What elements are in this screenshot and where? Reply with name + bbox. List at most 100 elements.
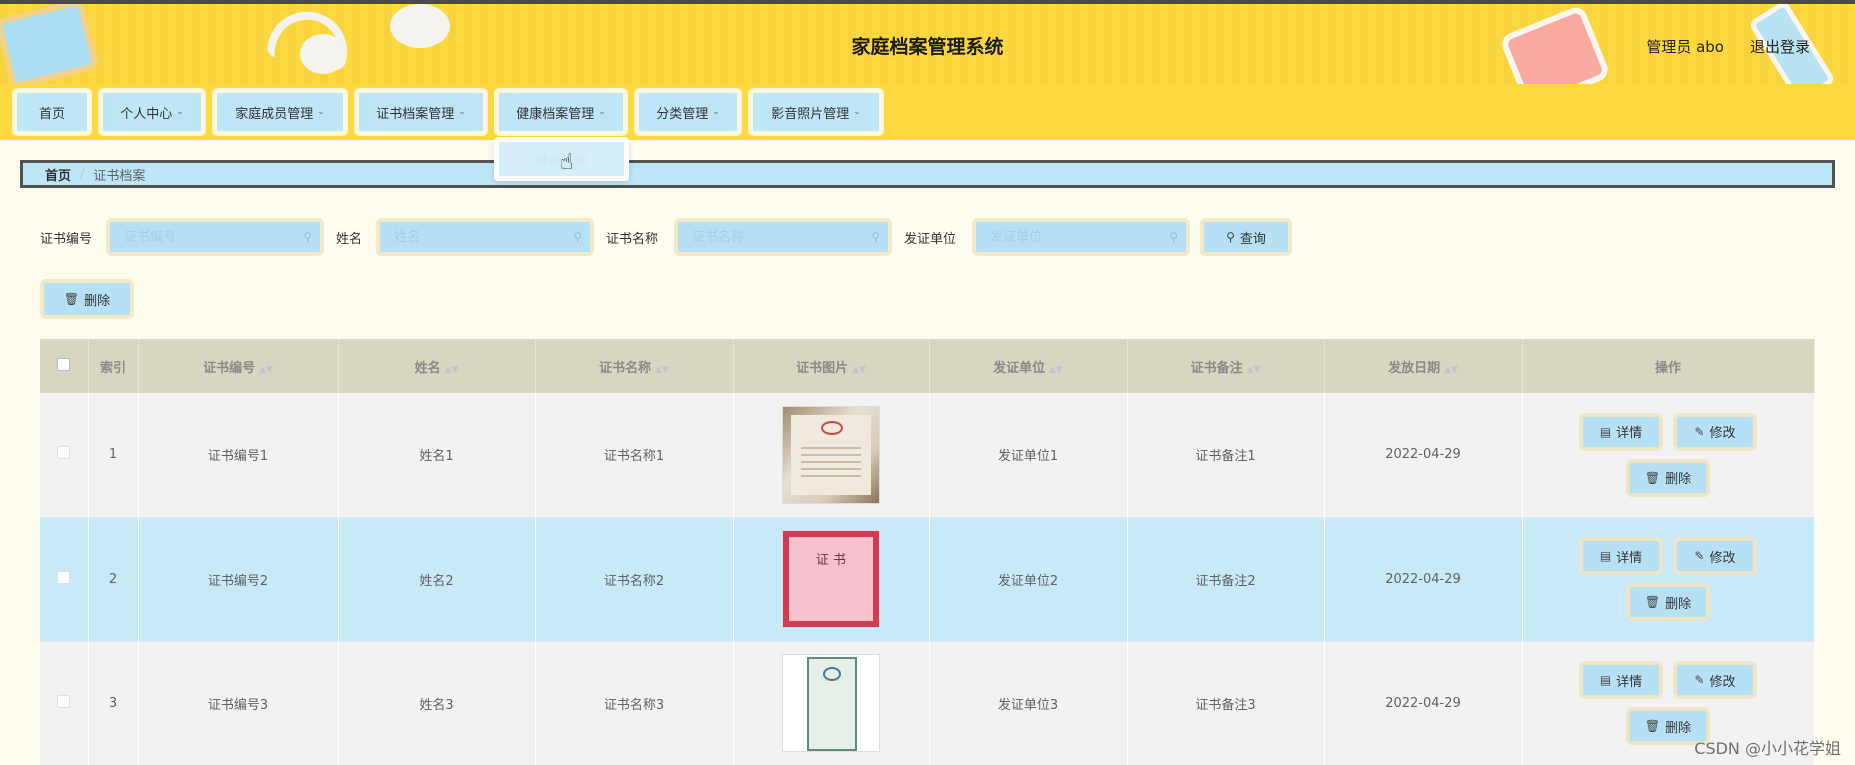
breadcrumb-home[interactable]: 首页 [45, 165, 71, 184]
search-input-issuer[interactable]: ⚲ [972, 218, 1190, 256]
delete-button[interactable]: 🗑 删除 [1626, 583, 1710, 621]
pencil-icon: ✎ [1694, 424, 1705, 439]
pencil-icon: ✎ [1694, 549, 1705, 563]
cell-cert-name: 证书名称1 [535, 393, 734, 518]
cell-name: 姓名2 [338, 517, 536, 642]
nav-item-health-archives[interactable]: 健康档案管理 ⌄ [494, 88, 628, 136]
nav-item-certificate-archives[interactable]: 证书档案管理 ⌄ [354, 88, 488, 136]
column-header-date[interactable]: 发放日期 ▲▼ [1324, 339, 1523, 393]
sort-icon[interactable]: ▲▼ [1049, 365, 1063, 375]
document-icon: ▤ [1599, 549, 1612, 563]
sort-icon[interactable]: ▲▼ [259, 365, 273, 375]
cell-cert-image [733, 641, 930, 765]
detail-label: 详情 [1616, 550, 1643, 566]
document-icon: ▤ [1599, 673, 1612, 687]
column-header-remark[interactable]: 证书备注 ▲▼ [1127, 339, 1325, 393]
cell-index: 1 [88, 393, 139, 518]
nav-item-media-photos[interactable]: 影音照片管理 ⌄ [748, 88, 884, 136]
search-label-name: 姓名 [336, 232, 363, 247]
cell-index: 3 [88, 641, 139, 765]
document-icon: ▤ [1599, 424, 1612, 439]
sort-icon[interactable]: ▲▼ [655, 365, 669, 375]
table-header-row: 索引 证书编号 ▲▼ 姓名 ▲▼ 证书名称 ▲▼ 证书图片 ▲▼ 发证单位 ▲▼ 证书备注… [40, 339, 1815, 393]
detail-label: 详情 [1616, 674, 1643, 690]
row-checkbox[interactable] [57, 446, 71, 460]
edit-button[interactable]: ✎ 修改 [1673, 661, 1757, 699]
cell-cert-no: 证书编号3 [138, 641, 339, 765]
issuer-input[interactable] [990, 229, 1150, 245]
column-header-cert-name[interactable]: 证书名称 ▲▼ [535, 339, 734, 393]
trash-icon: 🗑 [63, 292, 80, 306]
delete-button[interactable]: 🗑 删除 [1626, 458, 1710, 497]
sort-icon[interactable]: ▲▼ [1444, 365, 1458, 375]
detail-button[interactable]: ▤ 详情 [1579, 537, 1663, 575]
pencil-icon: ✎ [1694, 673, 1705, 687]
logout-link[interactable]: 退出登录 [1750, 36, 1810, 57]
sort-icon[interactable]: ▲▼ [852, 365, 866, 375]
cell-cert-image: 证 书 [733, 517, 930, 642]
nav-label: 家庭成员管理 [235, 106, 314, 122]
certificate-image[interactable] [782, 654, 880, 752]
edit-button[interactable]: ✎ 修改 [1673, 537, 1757, 575]
column-header-cert-image[interactable]: 证书图片 ▲▼ [733, 339, 930, 393]
search-input-cert-no[interactable]: ⚲ [106, 218, 324, 256]
certificate-image[interactable]: 证 书 [782, 530, 880, 628]
edit-label: 修改 [1709, 550, 1736, 566]
cell-cert-name: 证书名称3 [535, 641, 734, 765]
nav-item-personal-center[interactable]: 个人中心 ⌄ [98, 88, 206, 136]
cert-no-input[interactable] [124, 229, 284, 245]
query-button[interactable]: ⚲ 查询 [1200, 218, 1292, 256]
table-row: 3 证书编号3 姓名3 证书名称3 发证单位3 证书备注3 2022-04-29… [40, 641, 1815, 765]
column-header-cert-no[interactable]: 证书编号 ▲▼ [138, 339, 339, 393]
search-input-name[interactable]: ⚲ [376, 218, 594, 256]
cell-cert-name: 证书名称2 [535, 517, 734, 642]
nav-item-category[interactable]: 分类管理 ⌄ [634, 88, 742, 136]
header-bar: 家庭档案管理系统 管理员 abo 退出登录 [0, 0, 1855, 84]
row-checkbox[interactable] [57, 694, 71, 708]
search-icon: ⚲ [573, 230, 582, 244]
nav-label: 分类管理 [656, 106, 709, 122]
delete-label: 删除 [1665, 472, 1692, 488]
chevron-down-icon: ⌄ [598, 107, 606, 117]
search-icon: ⚲ [871, 230, 880, 244]
cert-name-input[interactable] [692, 229, 852, 245]
column-label: 证书备注 [1190, 360, 1243, 376]
row-checkbox[interactable] [57, 570, 71, 584]
cell-cert-no: 证书编号1 [138, 393, 339, 518]
column-label: 证书名称 [599, 360, 652, 376]
column-header-name[interactable]: 姓名 ▲▼ [338, 339, 536, 393]
batch-delete-button[interactable]: 🗑 删除 [40, 279, 134, 319]
trash-icon: 🗑 [1644, 595, 1661, 609]
nav-label: 首页 [38, 106, 65, 122]
nav-item-family-members[interactable]: 家庭成员管理 ⌄ [212, 88, 348, 136]
column-label: 证书图片 [796, 360, 849, 376]
cell-remark: 证书备注3 [1127, 641, 1325, 765]
certificate-image[interactable] [782, 405, 880, 504]
cell-actions: ▤ 详情 ✎ 修改 🗑 删除 [1522, 517, 1815, 642]
system-title: 家庭档案管理系统 [851, 36, 1004, 58]
column-header-issuer[interactable]: 发证单位 ▲▼ [929, 339, 1128, 393]
cell-date: 2022-04-29 [1324, 641, 1523, 765]
column-label: 证书编号 [203, 360, 256, 376]
watermark: CSDN @小小花学姐 [1694, 739, 1841, 758]
table-row: 1 证书编号1 姓名1 证书名称1 发证单位1 证书备注1 2022-04-29… [40, 393, 1815, 518]
edit-label: 修改 [1709, 426, 1736, 442]
detail-button[interactable]: ▤ 详情 [1579, 412, 1663, 451]
search-icon: ⚲ [1226, 230, 1235, 244]
sort-icon[interactable]: ▲▼ [445, 365, 459, 375]
cell-date: 2022-04-29 [1324, 517, 1523, 642]
detail-label: 详情 [1616, 426, 1643, 442]
sort-icon[interactable]: ▲▼ [1247, 365, 1261, 375]
chevron-down-icon: ⌄ [317, 107, 325, 117]
search-input-cert-name[interactable]: ⚲ [674, 218, 892, 256]
nav-item-home[interactable]: 首页 [12, 88, 92, 136]
cell-cert-image [733, 393, 930, 518]
name-input[interactable] [394, 229, 554, 245]
nav-label: 个人中心 [120, 106, 173, 122]
trash-icon: 🗑 [1644, 470, 1661, 485]
detail-button[interactable]: ▤ 详情 [1579, 661, 1663, 699]
search-label-cert-no: 证书编号 [40, 232, 93, 247]
select-all-checkbox[interactable] [57, 357, 71, 371]
cell-actions: ▤ 详情 ✎ 修改 🗑 删除 [1522, 393, 1815, 518]
edit-button[interactable]: ✎ 修改 [1673, 412, 1757, 451]
